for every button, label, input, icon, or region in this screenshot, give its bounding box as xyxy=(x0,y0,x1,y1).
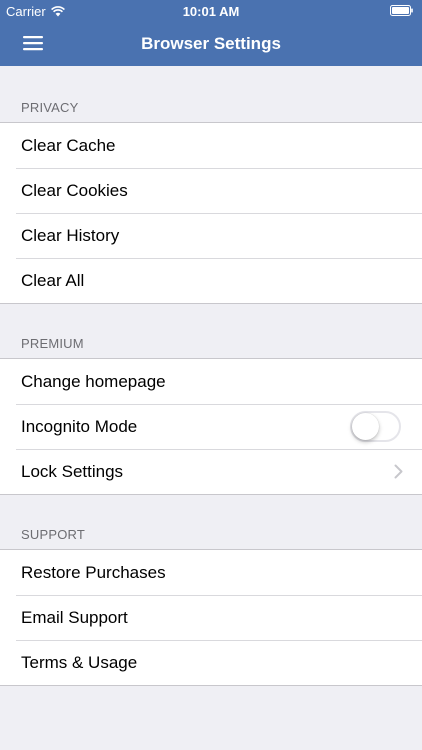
restore-purchases-row[interactable]: Restore Purchases xyxy=(0,550,422,595)
privacy-section: PRIVACY Clear Cache Clear Cookies Clear … xyxy=(0,66,422,304)
row-label: Clear Cache xyxy=(21,135,116,155)
top-bar: Carrier 10:01 AM Browser Settings xyxy=(0,0,422,66)
premium-group: Change homepage Incognito Mode Lock Sett… xyxy=(0,358,422,495)
row-label: Clear History xyxy=(21,225,120,245)
status-time: 10:01 AM xyxy=(182,4,240,19)
premium-section: PREMIUM Change homepage Incognito Mode L… xyxy=(0,302,422,495)
lock-settings-row[interactable]: Lock Settings xyxy=(0,449,422,494)
section-header-support: SUPPORT xyxy=(21,527,86,542)
toggle-knob xyxy=(352,413,379,440)
row-label: Email Support xyxy=(21,607,128,627)
clear-all-row[interactable]: Clear All xyxy=(0,258,422,303)
navigation-bar: Browser Settings xyxy=(0,22,422,66)
incognito-mode-toggle[interactable] xyxy=(350,411,401,442)
page-title: Browser Settings xyxy=(141,34,281,53)
incognito-mode-row: Incognito Mode xyxy=(0,404,422,449)
row-label: Clear Cookies xyxy=(21,180,128,200)
support-section: SUPPORT Restore Purchases Email Support … xyxy=(0,493,422,686)
clear-history-row[interactable]: Clear History xyxy=(0,213,422,258)
battery-icon xyxy=(390,5,413,16)
section-header-privacy: PRIVACY xyxy=(21,100,79,115)
row-label: Lock Settings xyxy=(21,461,124,481)
change-homepage-row[interactable]: Change homepage xyxy=(0,359,422,404)
clear-cookies-row[interactable]: Clear Cookies xyxy=(0,168,422,213)
row-label: Restore Purchases xyxy=(21,562,166,582)
row-label: Clear All xyxy=(21,270,85,290)
clear-cache-row[interactable]: Clear Cache xyxy=(0,123,422,168)
chevron-right-icon xyxy=(394,464,403,479)
support-group: Restore Purchases Email Support Terms & … xyxy=(0,549,422,686)
section-header-premium: PREMIUM xyxy=(21,336,84,351)
row-label: Change homepage xyxy=(21,371,166,391)
privacy-group: Clear Cache Clear Cookies Clear History … xyxy=(0,122,422,304)
status-bar: Carrier 10:01 AM xyxy=(0,0,422,22)
row-label: Incognito Mode xyxy=(21,416,138,436)
terms-usage-row[interactable]: Terms & Usage xyxy=(0,640,422,685)
email-support-row[interactable]: Email Support xyxy=(0,595,422,640)
row-label: Terms & Usage xyxy=(21,652,138,672)
